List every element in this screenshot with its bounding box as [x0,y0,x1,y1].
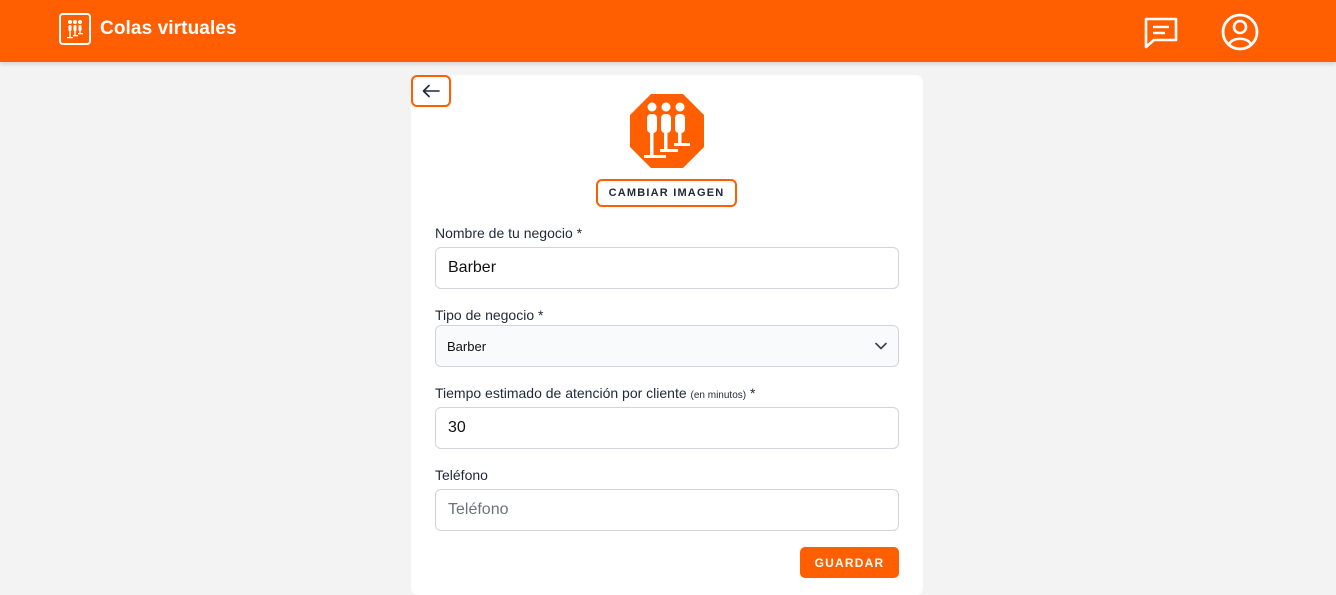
estimated-time-input[interactable] [435,407,899,449]
business-name-input[interactable] [435,247,899,289]
estimated-time-label-text: Tiempo estimado de atención por cliente [435,385,687,401]
app-title: Colas virtuales [100,18,237,39]
business-profile-card: CAMBIAR IMAGEN Nombre de tu negocio * Ti… [411,75,923,595]
user-account-icon [1221,13,1259,51]
phone-label: Teléfono [435,467,488,483]
business-type-label: Tipo de negocio * [435,307,544,323]
business-type-select[interactable]: Barber [435,325,899,367]
estimated-time-hint: (en minutos) [690,390,747,401]
estimated-time-label: Tiempo estimado de atención por cliente … [435,385,755,401]
user-account-button[interactable] [1220,12,1260,52]
business-type-selected: Barber [447,338,487,354]
back-button[interactable] [411,75,451,107]
business-logo [629,93,705,169]
arrow-left-icon [422,84,440,98]
change-image-button[interactable]: CAMBIAR IMAGEN [596,179,737,207]
top-app-bar: Colas virtuales [0,0,1336,62]
business-name-label: Nombre de tu negocio * [435,225,583,241]
chat-icon [1144,17,1178,49]
save-button[interactable]: GUARDAR [800,547,899,578]
chevron-down-icon [875,342,887,350]
queue-people-icon [59,13,91,45]
brand[interactable]: Colas virtuales [59,13,237,45]
phone-input[interactable] [435,489,899,531]
queue-people-icon [630,94,704,168]
chat-button[interactable] [1143,16,1179,50]
required-mark: * [749,385,756,401]
